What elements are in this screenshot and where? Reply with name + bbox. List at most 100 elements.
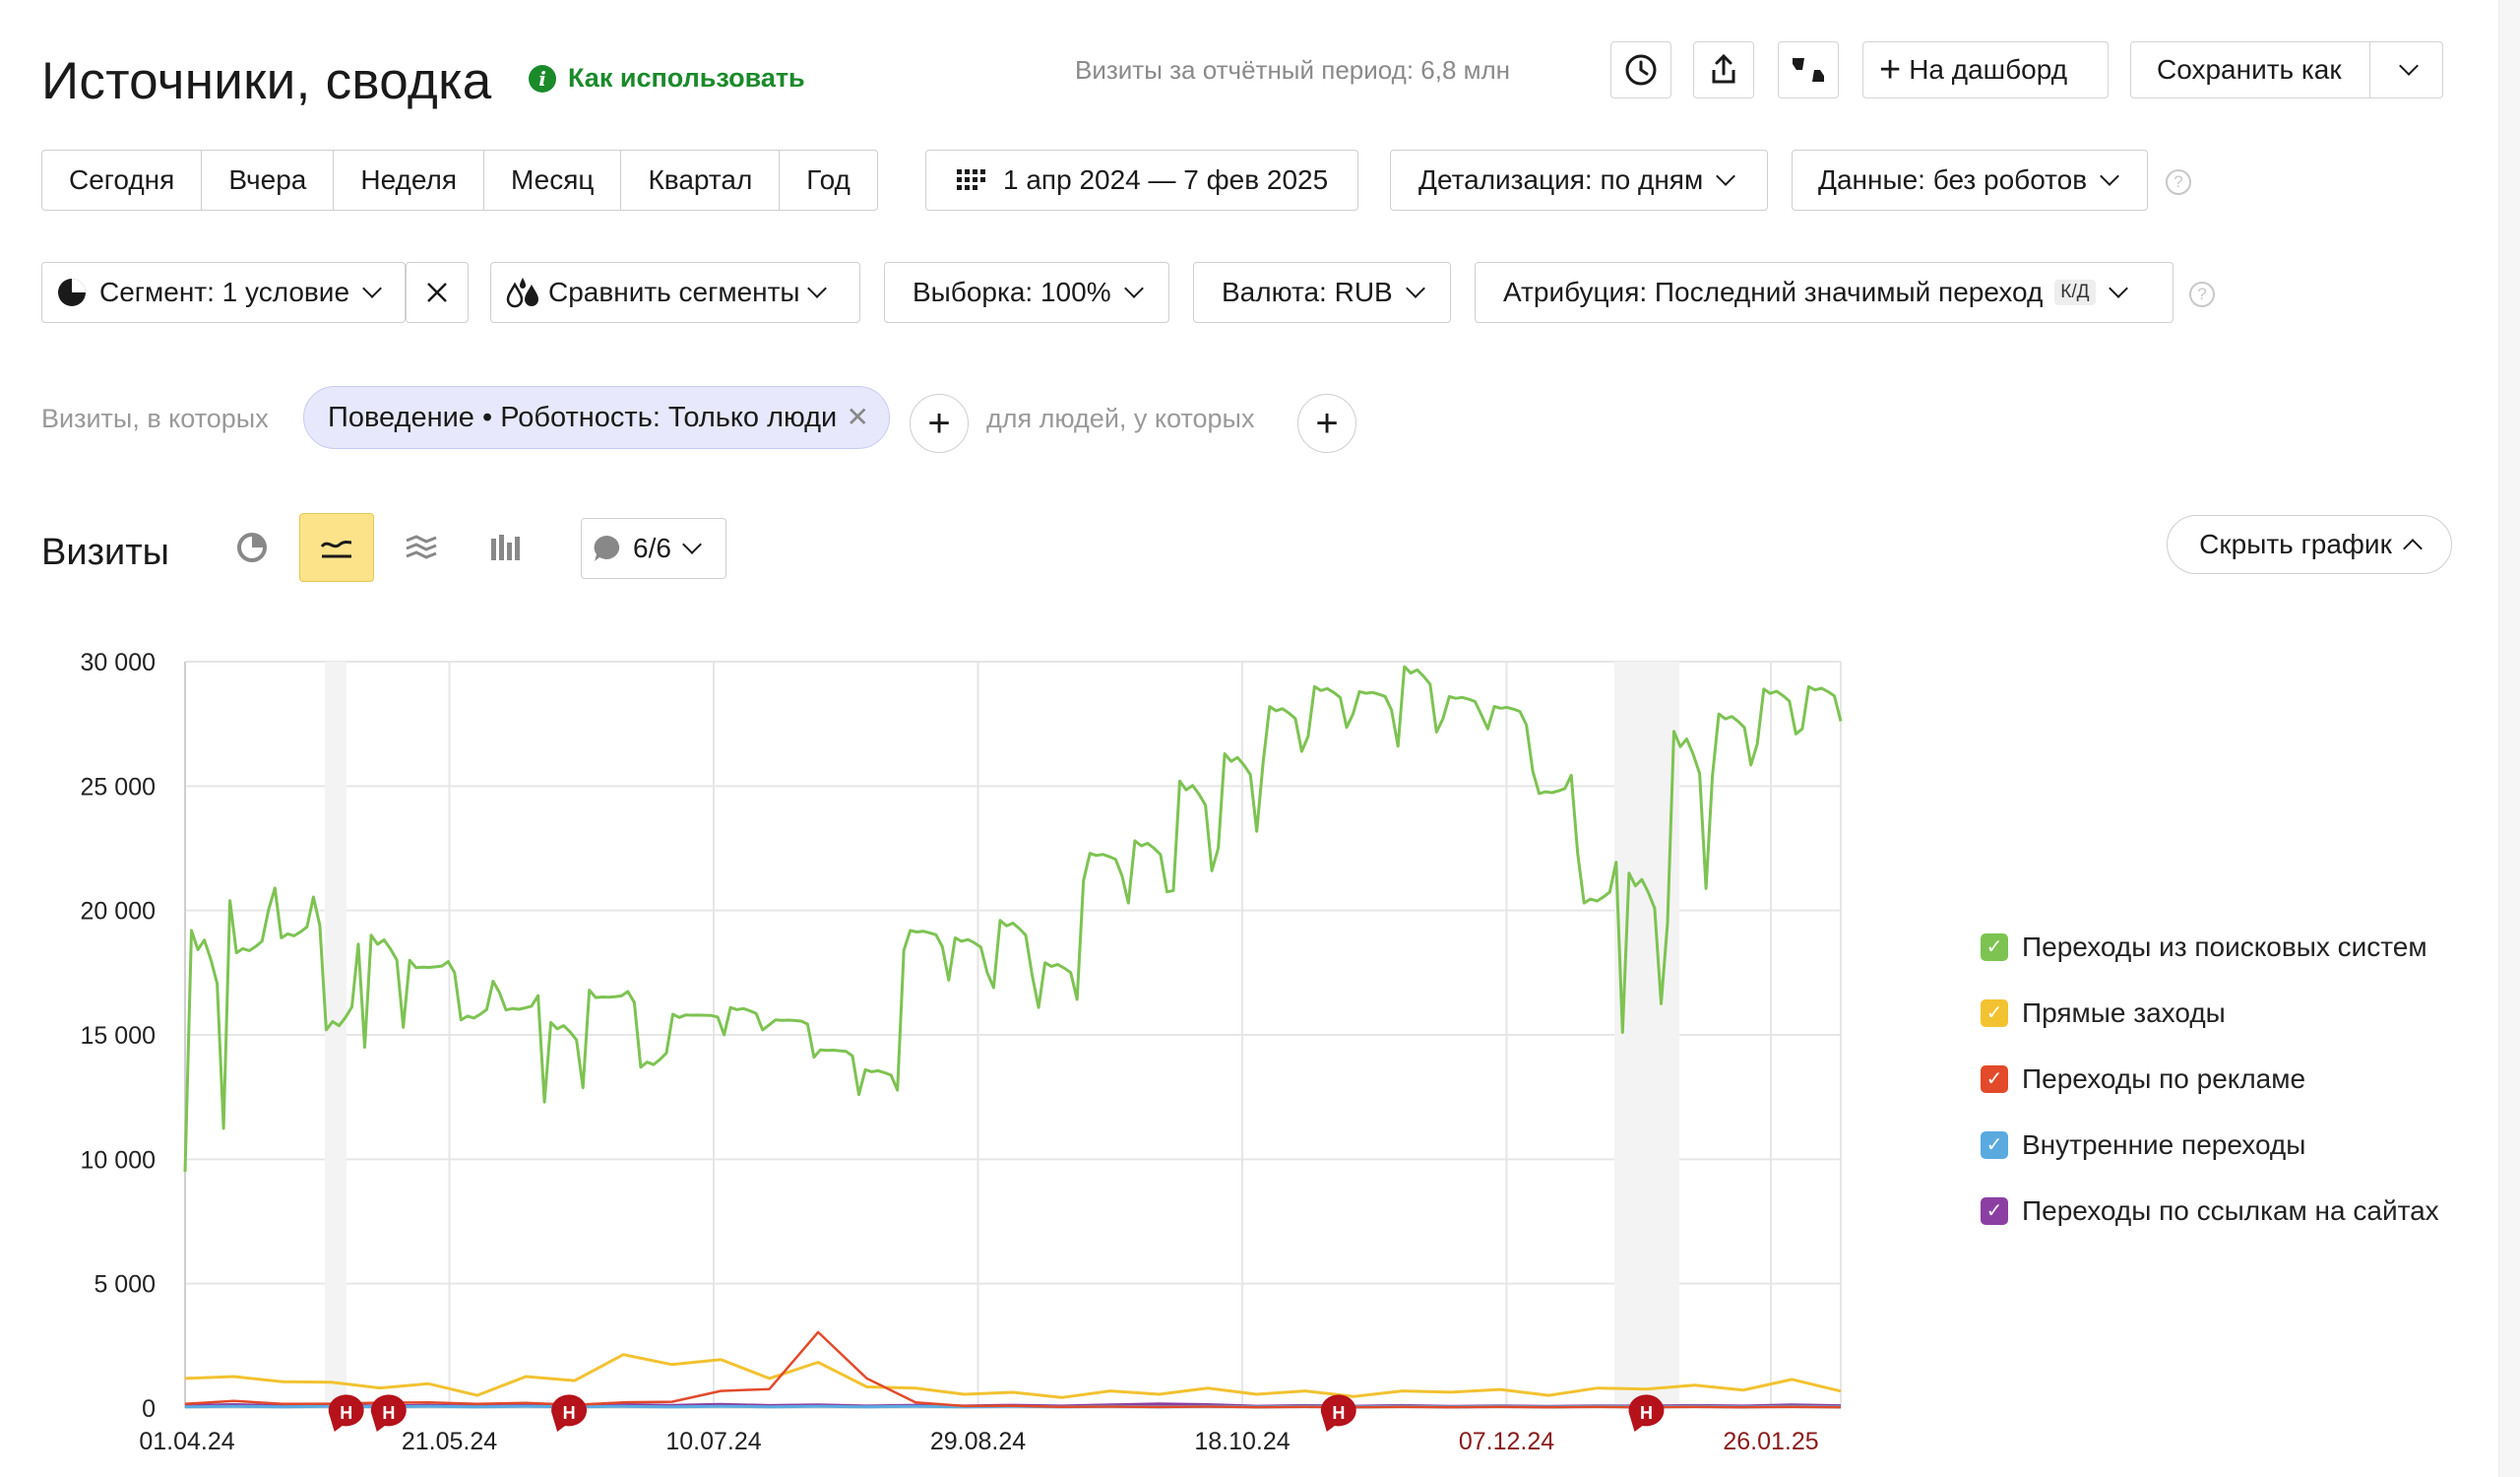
checkbox-icon: ✓ bbox=[1981, 932, 2008, 961]
segment-dropdown[interactable]: Сегмент: 1 условие bbox=[41, 262, 406, 323]
legend-item-direct[interactable]: ✓ Прямые заходы bbox=[1981, 980, 2439, 1046]
series-line-search bbox=[183, 665, 1843, 1173]
chevron-down-icon bbox=[362, 279, 382, 298]
help-icon[interactable]: ? bbox=[2189, 282, 2215, 307]
hide-chart-label: Скрыть график bbox=[2199, 529, 2392, 559]
legend-item-search[interactable]: ✓ Переходы из поисковых систем bbox=[1981, 914, 2439, 980]
holiday-marker[interactable]: Н bbox=[1320, 1394, 1356, 1432]
x-tick-label: 07.12.24 bbox=[1459, 1428, 1554, 1455]
holiday-marker[interactable]: Н bbox=[1628, 1394, 1665, 1432]
holiday-marker[interactable]: Н bbox=[551, 1394, 588, 1432]
attribution-dropdown[interactable]: Атрибуция: Последний значимый переход К/… bbox=[1475, 262, 2174, 323]
holiday-marker-label: Н bbox=[382, 1403, 395, 1423]
y-tick-label: 15 000 bbox=[81, 1022, 156, 1050]
x-tick-label: 29.08.24 bbox=[930, 1428, 1026, 1455]
series-line-1 bbox=[184, 1353, 1842, 1399]
line-chart-icon bbox=[320, 541, 352, 558]
period-tabs: Сегодня Вчера Неделя Месяц Квартал Год bbox=[41, 150, 878, 211]
holiday-marker-label: Н bbox=[563, 1403, 576, 1423]
attribution-badge: К/Д bbox=[2054, 280, 2096, 305]
vertical-scrollbar[interactable] bbox=[2498, 0, 2520, 1477]
chevron-down-icon bbox=[2100, 166, 2120, 186]
dashboard-label: На дашборд bbox=[1909, 54, 2068, 85]
legend-item-links[interactable]: ✓ Переходы по ссылкам на сайтах bbox=[1981, 1178, 2439, 1244]
holiday-band bbox=[325, 662, 346, 1408]
data-filter-label: Данные: без роботов bbox=[1818, 164, 2088, 195]
export-button[interactable] bbox=[1693, 41, 1754, 98]
chevron-down-icon bbox=[806, 279, 827, 298]
add-people-condition-button[interactable]: + bbox=[1297, 394, 1356, 453]
x-tick-label: 26.01.25 bbox=[1723, 1428, 1818, 1455]
checkbox-icon: ✓ bbox=[1981, 998, 2008, 1027]
hide-chart-button[interactable]: Скрыть график bbox=[2167, 515, 2452, 574]
period-year[interactable]: Год bbox=[780, 151, 877, 210]
how-to-use-label: Как использовать bbox=[568, 63, 805, 93]
chart-legend: ✓ Переходы из поисковых систем ✓ Прямые … bbox=[1981, 914, 2439, 1244]
share-icon bbox=[1712, 53, 1735, 84]
date-range-label: 1 апр 2024 — 7 фев 2025 bbox=[1003, 164, 1329, 195]
page-title: Источники, сводка bbox=[41, 52, 492, 110]
x-tick-label: 21.05.24 bbox=[402, 1428, 497, 1455]
detail-dropdown[interactable]: Детализация: по дням bbox=[1390, 150, 1768, 211]
save-as-button[interactable]: Сохранить как bbox=[2130, 41, 2443, 98]
info-icon: i bbox=[529, 64, 556, 93]
sample-dropdown[interactable]: Выборка: 100% bbox=[884, 262, 1169, 323]
legend-item-internal[interactable]: ✓ Внутренние переходы bbox=[1981, 1112, 2439, 1178]
thumbs-icon bbox=[1793, 58, 1824, 82]
detail-label: Детализация: по дням bbox=[1418, 164, 1704, 195]
currency-label: Валюта: RUB bbox=[1222, 277, 1393, 307]
add-to-dashboard-button[interactable]: + На дашборд bbox=[1862, 41, 2109, 98]
how-to-use-link[interactable]: i Как использовать bbox=[529, 63, 805, 94]
chart-title: Визиты bbox=[41, 532, 169, 573]
drops-icon bbox=[506, 278, 538, 308]
notes-dropdown[interactable]: 6/6 bbox=[581, 518, 726, 579]
checkbox-icon: ✓ bbox=[1981, 1064, 2008, 1093]
x-tick-label: 01.04.24 bbox=[139, 1428, 234, 1455]
y-tick-label: 10 000 bbox=[81, 1146, 156, 1174]
legend-label: Прямые заходы bbox=[2022, 996, 2226, 1028]
line-view-button[interactable] bbox=[299, 513, 374, 582]
visits-where-label: Визиты, в которых bbox=[41, 404, 269, 433]
pie-view-button[interactable] bbox=[215, 513, 289, 582]
visits-line-chart[interactable]: 30 000 25 000 20 000 15 000 10 000 5 000 0 01.0… bbox=[0, 630, 1870, 1477]
legend-item-ads[interactable]: ✓ Переходы по рекламе bbox=[1981, 1046, 2439, 1112]
legend-label: Переходы из поисковых систем bbox=[2022, 931, 2427, 962]
holiday-band bbox=[1614, 662, 1679, 1408]
add-visit-condition-button[interactable]: + bbox=[910, 394, 969, 453]
bar-view-button[interactable] bbox=[469, 513, 543, 582]
chevron-down-icon bbox=[1123, 279, 1144, 298]
segment-condition-chip[interactable]: Поведение • Роботность: Только люди ✕ bbox=[303, 386, 890, 449]
holiday-marker-label: Н bbox=[340, 1403, 352, 1423]
plus-icon: + bbox=[1315, 401, 1339, 445]
area-view-button[interactable] bbox=[384, 513, 459, 582]
history-button[interactable] bbox=[1610, 41, 1671, 98]
pie-icon bbox=[237, 533, 267, 562]
help-icon[interactable]: ? bbox=[2166, 169, 2191, 195]
holiday-marker-label: Н bbox=[1332, 1403, 1345, 1423]
period-yesterday[interactable]: Вчера bbox=[202, 151, 335, 210]
currency-dropdown[interactable]: Валюта: RUB bbox=[1193, 262, 1451, 323]
date-range-picker[interactable]: 1 апр 2024 — 7 фев 2025 bbox=[925, 150, 1358, 211]
data-filter-dropdown[interactable]: Данные: без роботов bbox=[1792, 150, 2148, 211]
series-line-2 bbox=[184, 1330, 1842, 1409]
bar-chart-icon bbox=[491, 535, 520, 560]
holiday-marker-label: Н bbox=[1640, 1403, 1653, 1423]
compare-segments-dropdown[interactable]: Сравнить сегменты bbox=[490, 262, 860, 323]
period-quarter[interactable]: Квартал bbox=[621, 151, 781, 210]
clear-segment-button[interactable] bbox=[406, 262, 469, 323]
remove-condition-icon[interactable]: ✕ bbox=[847, 401, 869, 433]
x-tick-label: 18.10.24 bbox=[1194, 1428, 1290, 1455]
chevron-down-icon bbox=[2108, 279, 2128, 298]
period-week[interactable]: Неделя bbox=[334, 151, 485, 210]
period-today[interactable]: Сегодня bbox=[42, 151, 203, 210]
chevron-up-icon bbox=[2402, 539, 2423, 558]
feedback-button[interactable] bbox=[1778, 41, 1839, 98]
x-tick-label: 10.07.24 bbox=[665, 1428, 761, 1455]
period-month[interactable]: Месяц bbox=[484, 151, 622, 210]
close-icon bbox=[427, 283, 447, 302]
holiday-marker[interactable]: Н bbox=[370, 1394, 407, 1432]
holiday-marker[interactable]: Н bbox=[328, 1394, 364, 1432]
legend-label: Переходы по рекламе bbox=[2022, 1062, 2306, 1094]
save-as-dropdown[interactable] bbox=[2369, 42, 2442, 97]
legend-label: Внутренние переходы bbox=[2022, 1128, 2306, 1160]
